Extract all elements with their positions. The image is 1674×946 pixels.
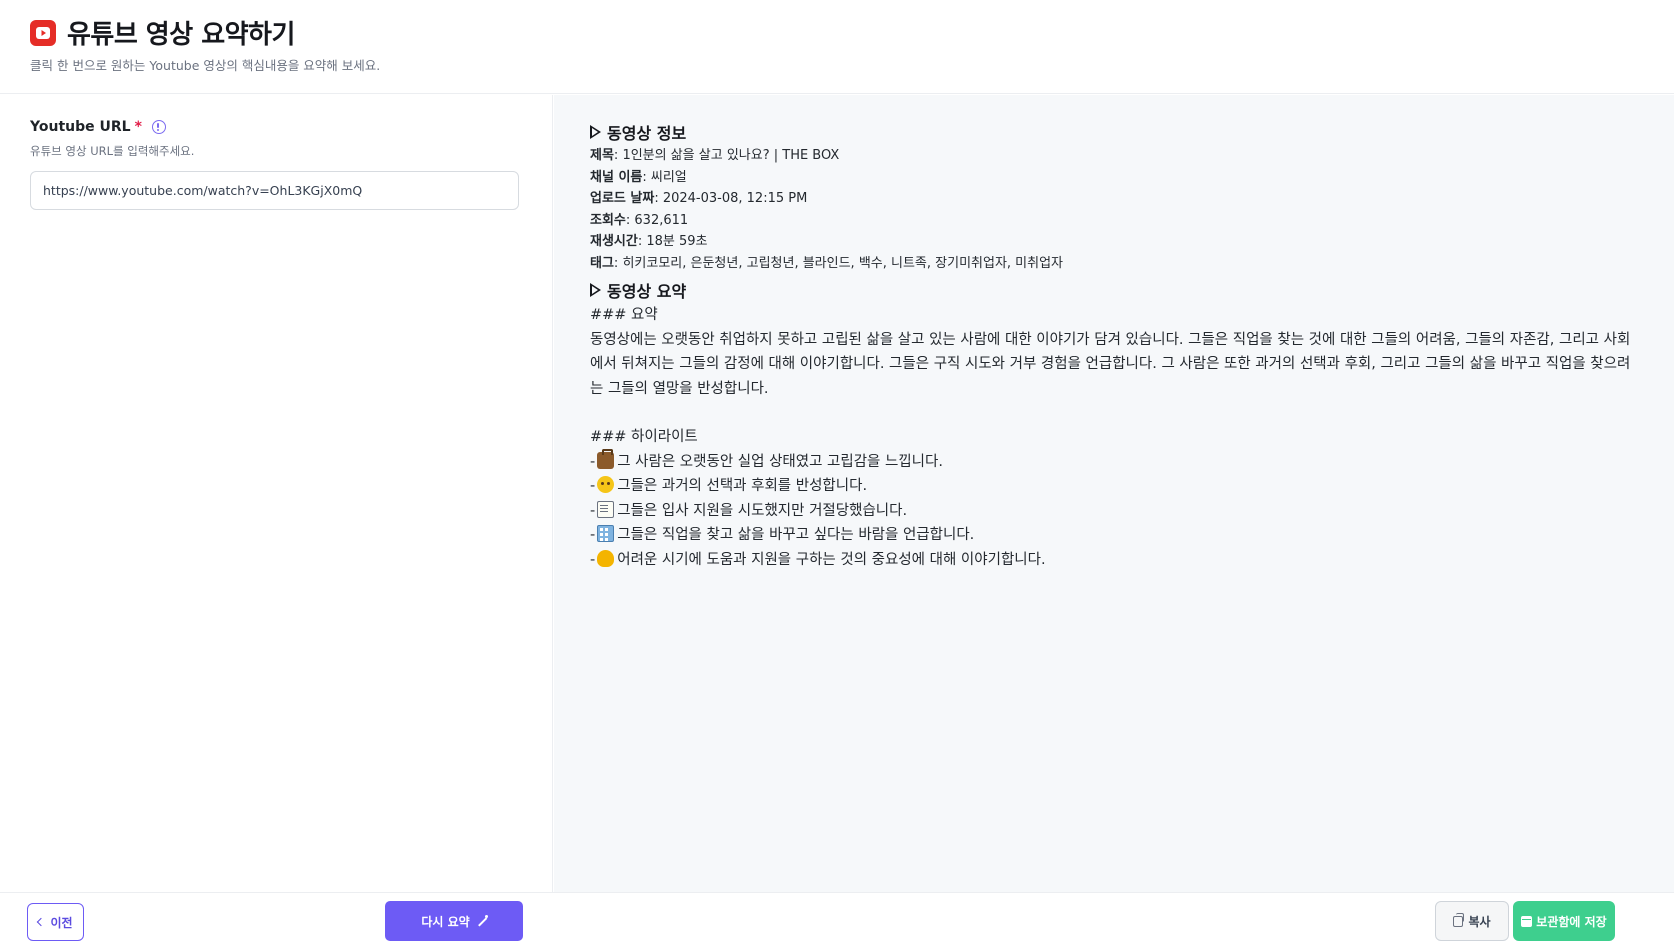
- video-info-value: 씨리얼: [650, 169, 687, 185]
- title-row: 유튜브 영상 요약하기: [30, 14, 295, 51]
- highlight-item: - 그들은 과거의 선택과 후회를 반성합니다.: [590, 474, 1640, 499]
- video-info-label: 조회수: [590, 212, 626, 228]
- video-info-value: 히키코모리, 은둔청년, 고립청년, 블라인드, 백수, 니트족, 장기미취업자…: [622, 255, 1064, 271]
- video-summary-title: 동영상 요약: [590, 277, 1640, 303]
- page-header: 유튜브 영상 요약하기 클릭 한 번으로 원하는 Youtube 영상의 핵심내…: [0, 0, 1674, 94]
- video-info-label: 재생시간: [590, 234, 638, 249]
- chevron-left-icon: [37, 917, 46, 927]
- video-info-label: 태그: [590, 255, 614, 271]
- highlights-heading: ### 하이라이트: [590, 429, 698, 445]
- video-info-label: 업로드 날짜: [590, 191, 655, 206]
- video-info-line: 제목: 1인분의 삶을 살고 있나요? | THE BOX: [590, 148, 840, 163]
- copy-button[interactable]: 복사: [1435, 901, 1509, 941]
- office-building-icon: [597, 525, 615, 542]
- highlight-bullet: -: [590, 453, 596, 470]
- highlight-bullet: -: [590, 502, 596, 519]
- footer-bar: 이전 다시 요약 복사 보관함에 저장: [0, 892, 1674, 946]
- save-to-archive-button[interactable]: 보관함에 저장: [1513, 901, 1615, 941]
- highlight-text: 그들은 과거의 선택과 후회를 반성합니다.: [617, 478, 868, 494]
- video-info-title: 동영상 정보: [590, 119, 1640, 145]
- triangle-right-icon: [590, 125, 601, 139]
- youtube-icon: [30, 19, 56, 46]
- thinking-face-icon: [597, 476, 615, 493]
- highlight-bullet: -: [590, 478, 596, 494]
- highlights-list: - 그 사람은 오랫동안 실업 상태였고 고립감을 느낍니다. - 그들은 과거의 선…: [590, 448, 1640, 573]
- video-info-label: 제목: [590, 148, 614, 163]
- highlight-bullet: -: [590, 551, 596, 568]
- video-info-line: 업로드 날짜: 2024-03-08, 12:15 PM: [590, 191, 808, 206]
- memo-icon: [597, 500, 615, 518]
- url-label-row: Youtube URL *: [30, 119, 166, 135]
- video-info-label: 채널 이름: [590, 169, 643, 185]
- page-subtitle: 클릭 한 번으로 원하는 Youtube 영상의 핵심내용을 요약해 보세요.: [30, 58, 381, 73]
- video-info-value: 632,611: [634, 212, 689, 228]
- summary-heading: ### 요약: [590, 307, 658, 323]
- result-content: 동영상 정보 제목: 1인분의 삶을 살고 있나요? | THE BOX 채널 이…: [590, 119, 1640, 572]
- required-mark: *: [134, 119, 142, 135]
- copy-icon: [1453, 912, 1465, 927]
- highlight-bullet: -: [590, 527, 596, 543]
- summary-body: ### 요약 동영상에는 오랫동안 취업하지 못하고 고립된 삶을 살고 있는 …: [590, 303, 1640, 572]
- video-info-list: 제목: 1인분의 삶을 살고 있나요? | THE BOX 채널 이름: 씨리얼업…: [590, 145, 1640, 274]
- video-info-line: 태그: 히키코모리, 은둔청년, 고립청년, 블라인드, 백수, 니트족, 장기…: [590, 255, 1064, 271]
- result-panel: 동영상 정보 제목: 1인분의 삶을 살고 있나요? | THE BOX 채널 이…: [554, 95, 1674, 892]
- heart-icon: [597, 549, 615, 567]
- summary-text: 동영상에는 오랫동안 취업하지 못하고 고립된 삶을 살고 있는 사람에 대한 …: [590, 331, 1631, 397]
- video-info-value: 2024-03-08, 12:15 PM: [662, 191, 808, 206]
- url-help-text: 유튜브 영상 URL를 입력해주세요.: [30, 144, 195, 158]
- video-info-line: 재생시간: 18분 59초: [590, 234, 708, 249]
- info-icon[interactable]: [151, 120, 166, 134]
- prev-button[interactable]: 이전: [27, 903, 84, 941]
- briefcase-icon: [597, 448, 615, 469]
- highlight-item: - 그 사람은 오랫동안 실업 상태였고 고립감을 느낍니다.: [590, 448, 1640, 475]
- input-panel: Youtube URL * 유튜브 영상 URL를 입력해주세요.: [0, 95, 553, 892]
- highlight-text: 그 사람은 오랫동안 실업 상태였고 고립감을 느낍니다.: [617, 453, 943, 470]
- page-title: 유튜브 영상 요약하기: [67, 20, 295, 50]
- archive-icon: [1521, 915, 1533, 927]
- video-info-value: 1인분의 삶을 살고 있나요? | THE BOX: [622, 148, 840, 163]
- video-info-line: 조회수: 632,611: [590, 212, 689, 228]
- url-label: Youtube URL: [30, 119, 131, 135]
- triangle-right-icon: [590, 283, 601, 297]
- highlight-item: - 어려운 시기에 도움과 지원을 구하는 것의 중요성에 대해 이야기합니다.: [590, 548, 1640, 573]
- highlight-text: 어려운 시기에 도움과 지원을 구하는 것의 중요성에 대해 이야기합니다.: [617, 551, 1046, 568]
- magic-wand-icon: [476, 914, 488, 927]
- highlight-item: - 그들은 직업을 찾고 삶을 바꾸고 싶다는 바람을 언급합니다.: [590, 523, 1640, 548]
- video-info-line: 채널 이름: 씨리얼: [590, 169, 687, 185]
- highlight-text: 그들은 직업을 찾고 삶을 바꾸고 싶다는 바람을 언급합니다.: [617, 527, 975, 543]
- youtube-url-input[interactable]: [30, 171, 519, 210]
- highlight-text: 그들은 입사 지원을 시도했지만 거절당했습니다.: [617, 502, 908, 519]
- highlight-item: - 그들은 입사 지원을 시도했지만 거절당했습니다.: [590, 499, 1640, 524]
- video-info-value: 18분 59초: [646, 234, 708, 249]
- resummary-button[interactable]: 다시 요약: [385, 901, 523, 941]
